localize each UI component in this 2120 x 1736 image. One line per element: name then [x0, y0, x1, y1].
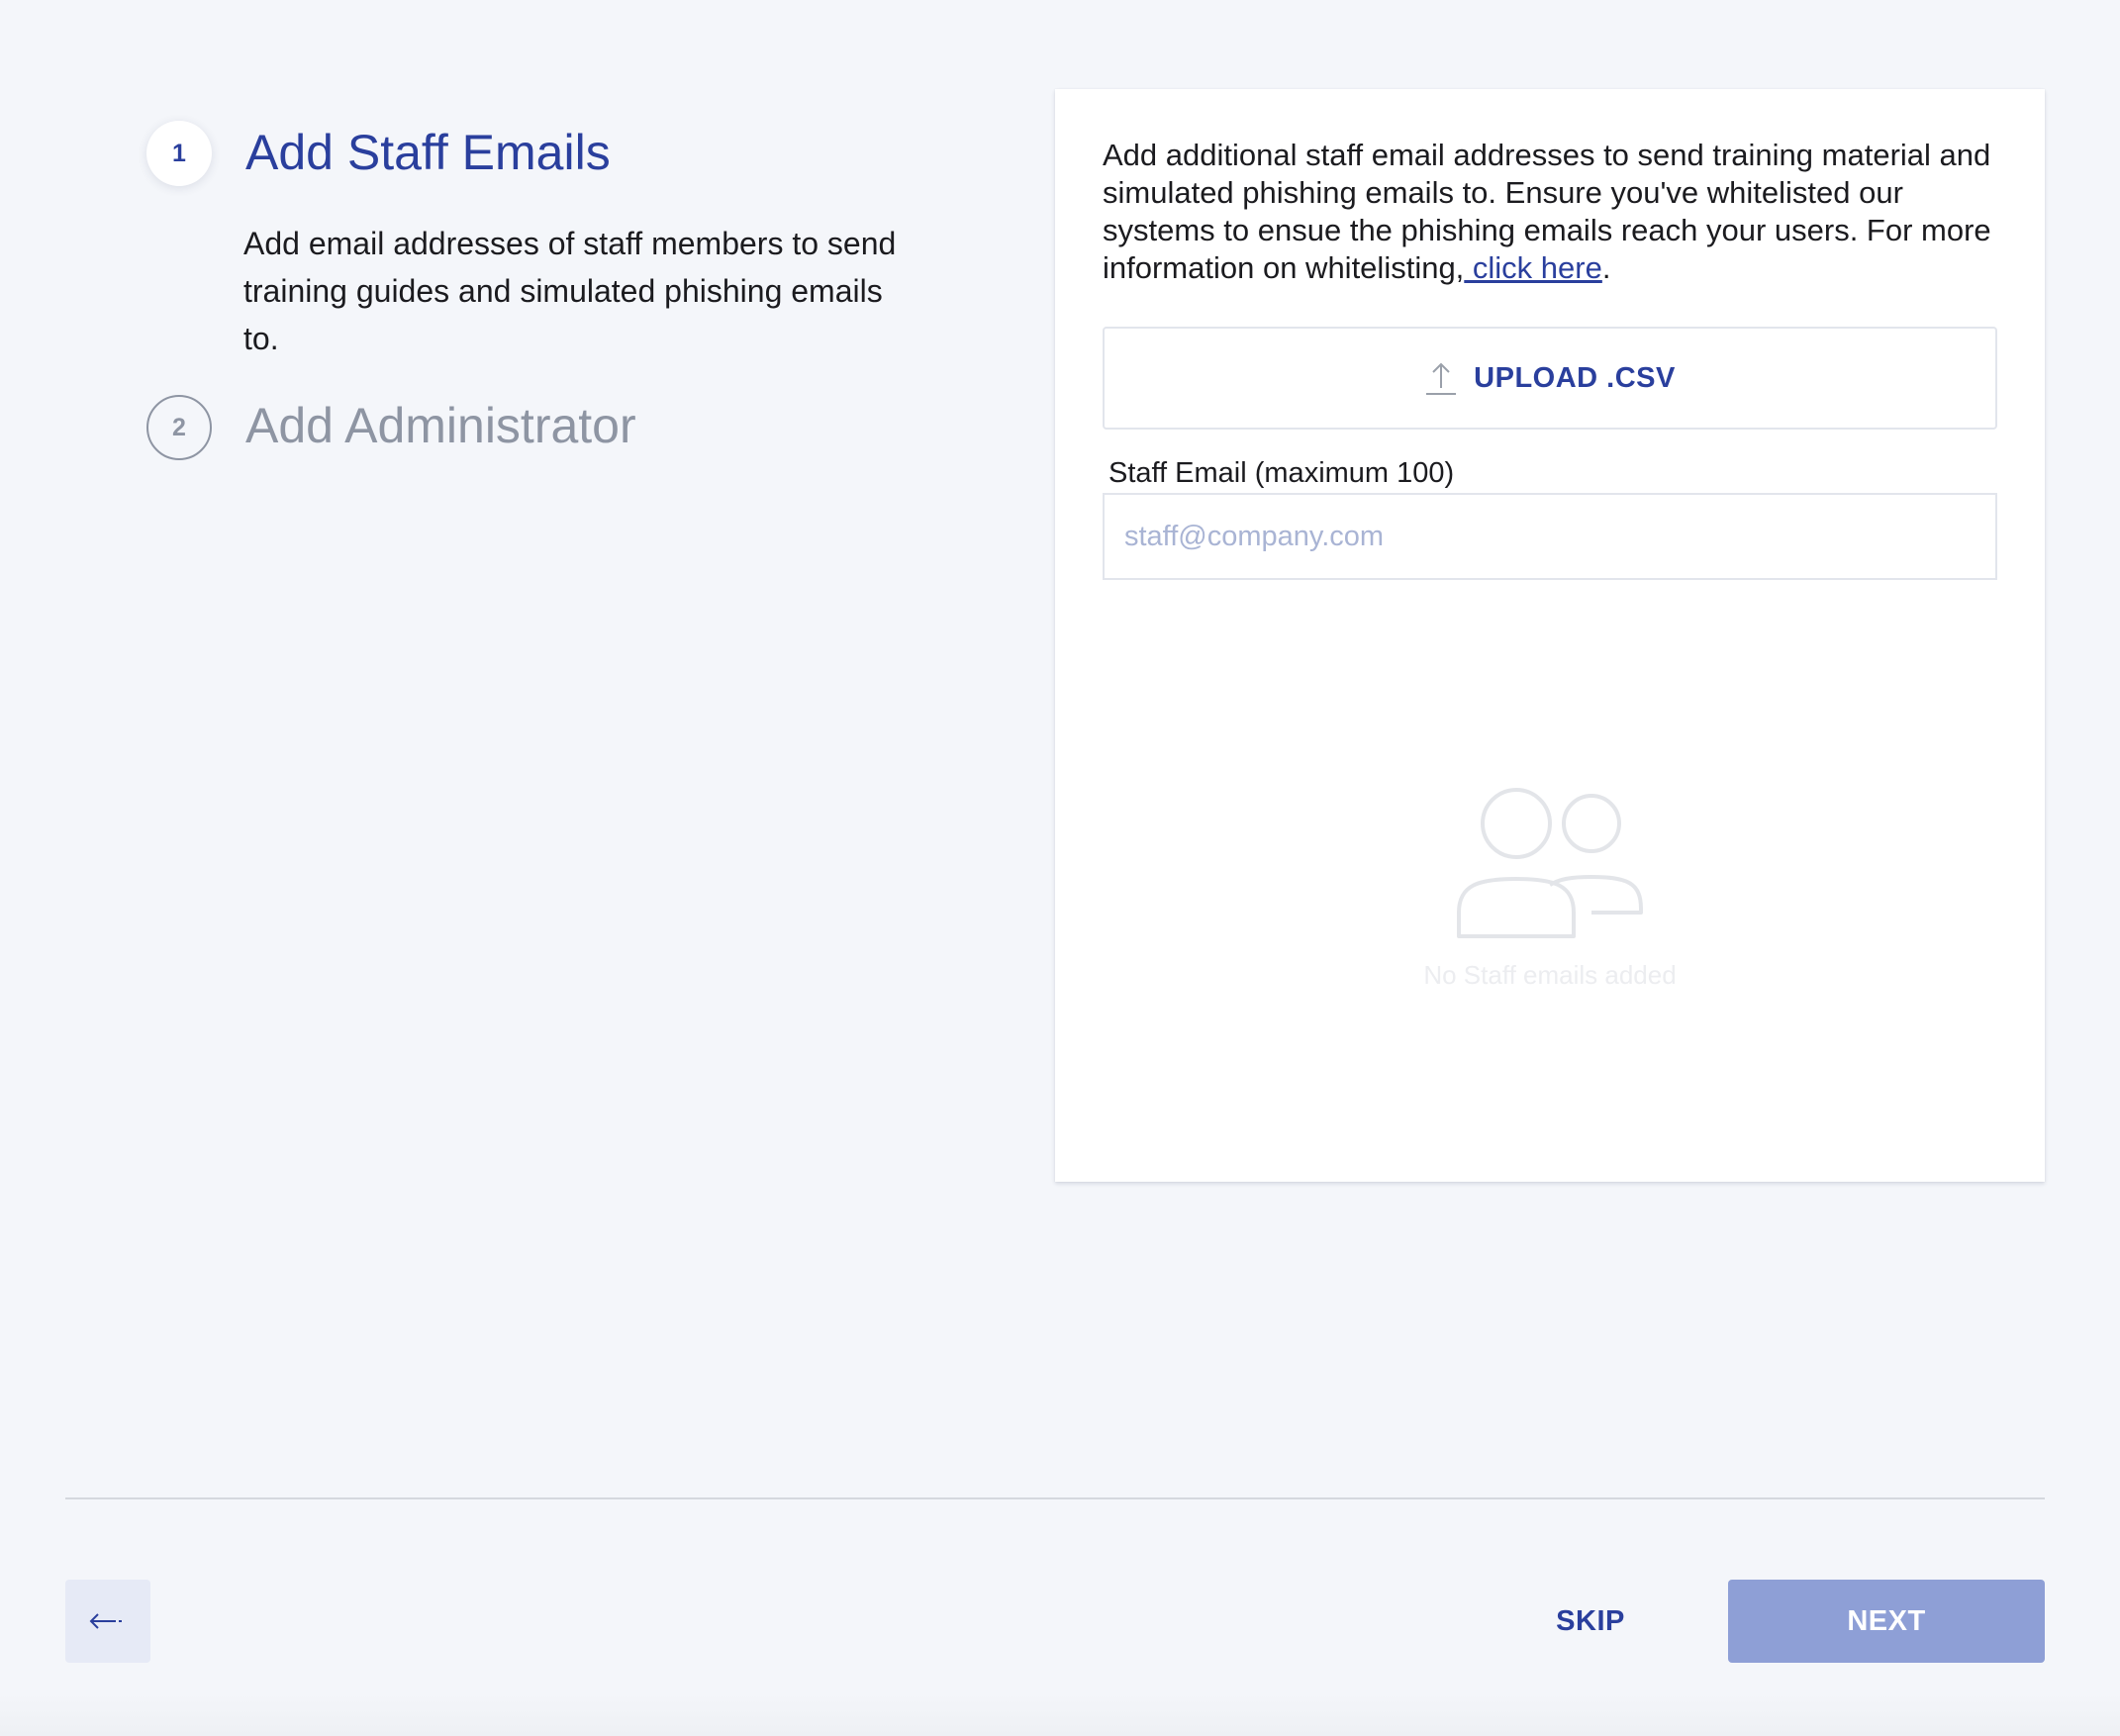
- upload-csv-button[interactable]: UPLOAD .CSV: [1103, 327, 1997, 430]
- users-icon: [1457, 788, 1643, 938]
- back-button[interactable]: [65, 1580, 150, 1663]
- step-2-number: 2: [172, 413, 186, 441]
- empty-state-text: No Staff emails added: [1423, 960, 1677, 990]
- step-1-description: Add email addresses of staff members to …: [243, 226, 897, 356]
- intro-end: .: [1601, 250, 1611, 285]
- bottom-strip: [0, 1692, 2120, 1736]
- skip-button[interactable]: SKIP: [1532, 1580, 1649, 1663]
- onboarding-page: 1 Add Staff Emails Add email addresses o…: [0, 0, 2120, 1736]
- next-button[interactable]: NEXT: [1728, 1580, 2045, 1663]
- step-1-title: Add Staff Emails: [245, 125, 611, 180]
- arrow-left-icon: [89, 1613, 122, 1629]
- staff-email-label: Staff Email (maximum 100): [1108, 457, 1455, 489]
- footer-divider: [65, 1497, 2045, 1499]
- step-1-indicator: 1: [146, 121, 212, 186]
- staff-email-card: Add additional staff email addresses to …: [1055, 89, 2045, 1182]
- step-1-number: 1: [172, 139, 186, 167]
- staff-email-input[interactable]: [1103, 493, 1997, 580]
- upload-csv-label: UPLOAD .CSV: [1474, 361, 1676, 394]
- step-2-indicator: 2: [146, 395, 212, 460]
- upload-icon: [1426, 362, 1457, 395]
- step-2-title: Add Administrator: [245, 398, 636, 453]
- card-intro: Add additional staff email addresses to …: [1103, 137, 2003, 287]
- whitelisting-link[interactable]: click here: [1464, 250, 1602, 285]
